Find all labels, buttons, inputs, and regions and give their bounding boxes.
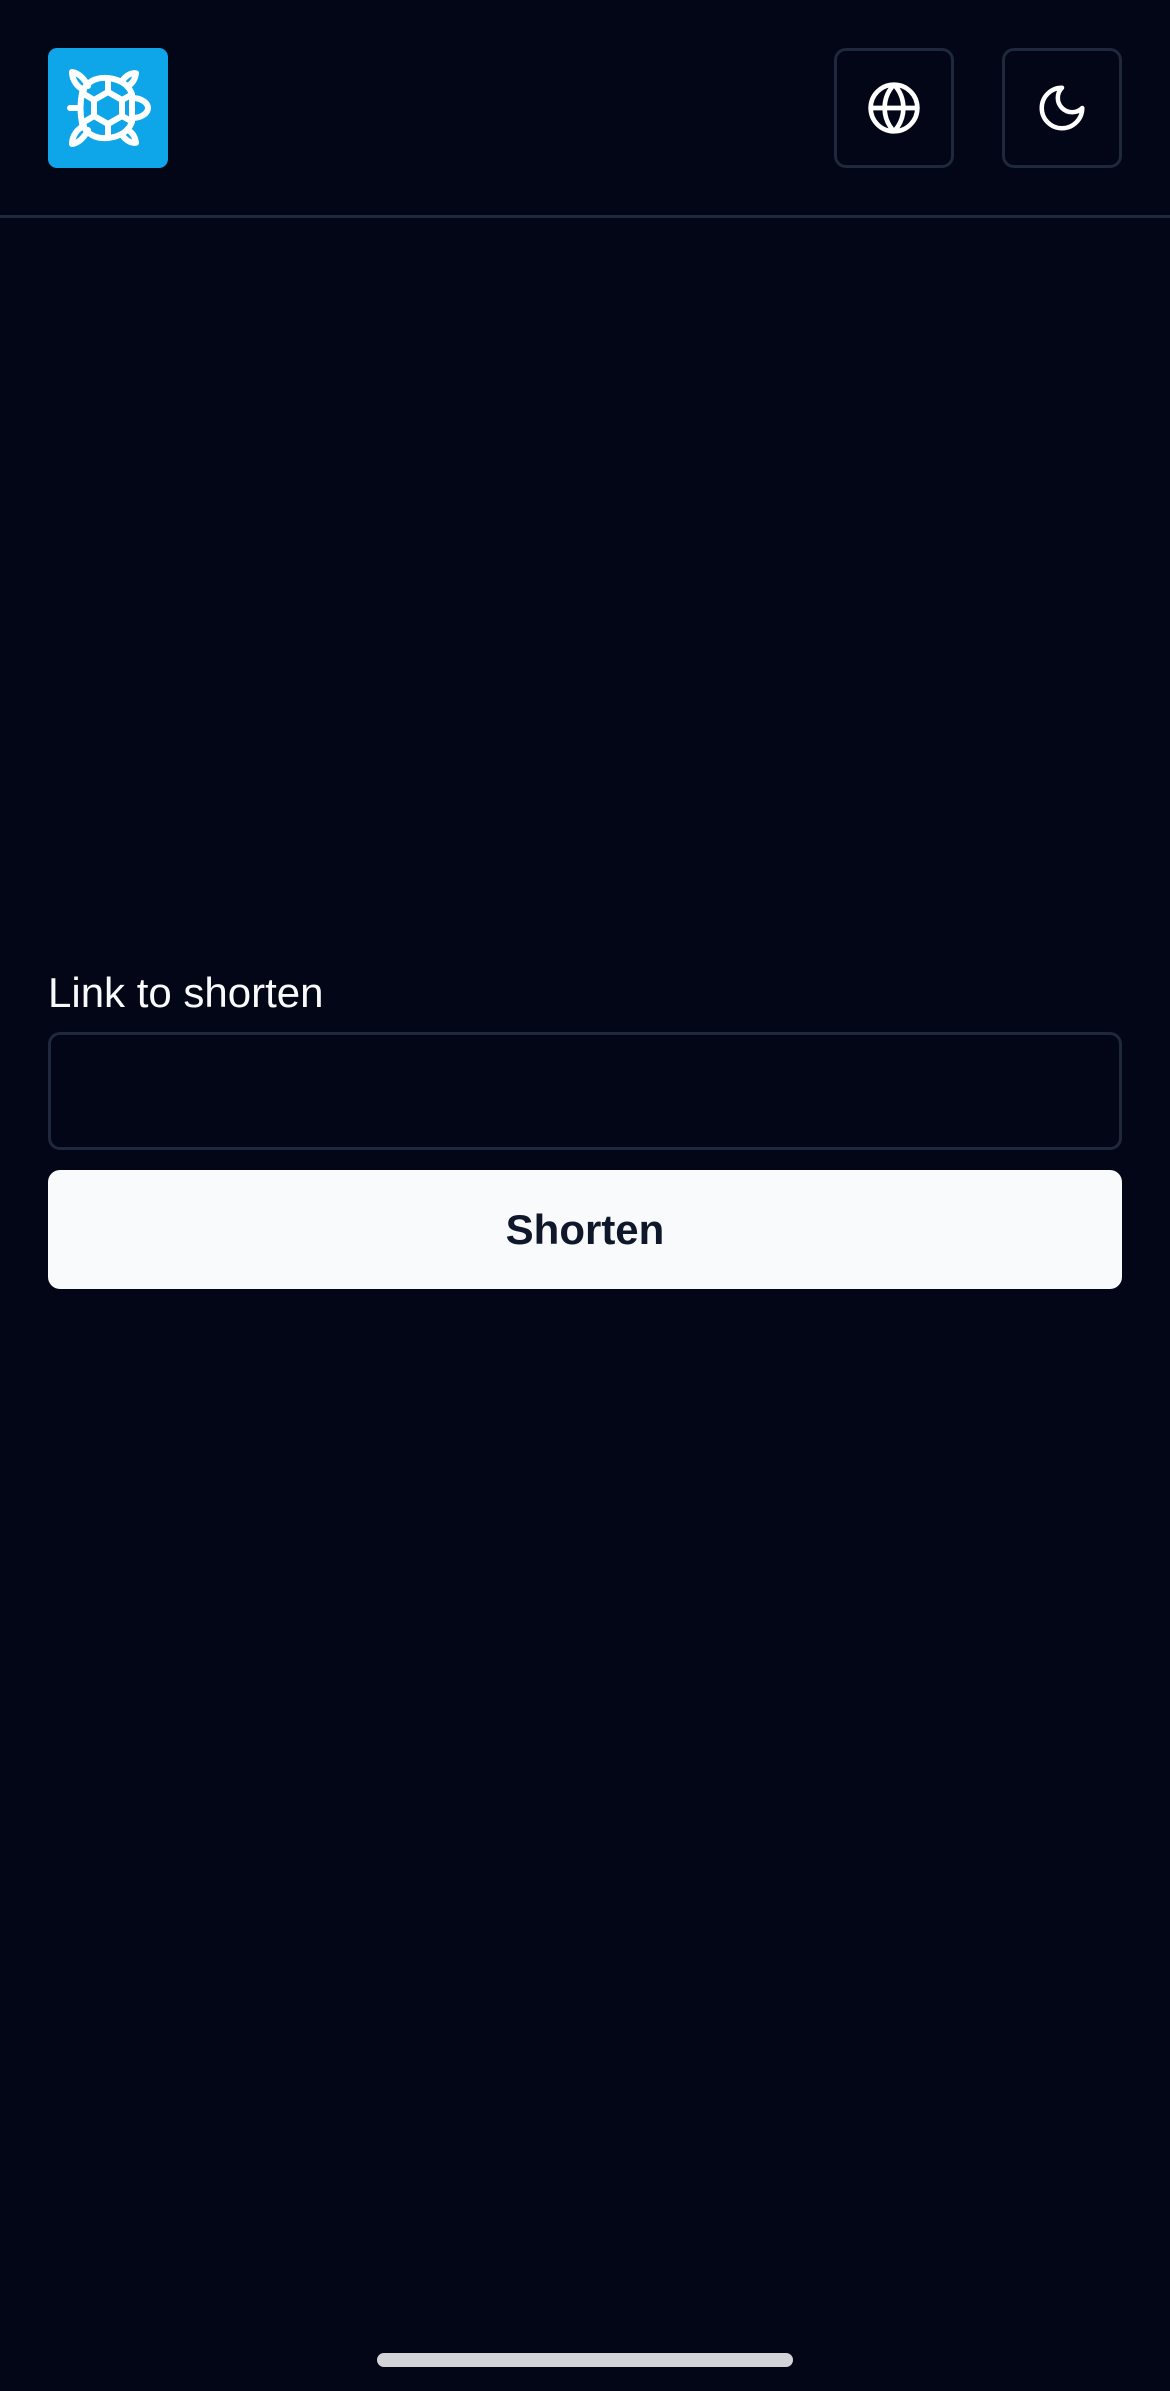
theme-toggle-button[interactable] <box>1002 48 1122 168</box>
home-indicator <box>377 2353 793 2367</box>
language-button[interactable] <box>834 48 954 168</box>
app-header <box>0 0 1170 218</box>
app-logo[interactable] <box>48 48 168 168</box>
link-field-label: Link to shorten <box>48 969 324 1016</box>
turtle-icon <box>67 69 151 147</box>
link-input[interactable] <box>48 1032 1122 1150</box>
shorten-button[interactable]: Shorten <box>48 1170 1122 1289</box>
globe-icon <box>868 82 920 134</box>
moon-icon <box>1039 85 1085 131</box>
